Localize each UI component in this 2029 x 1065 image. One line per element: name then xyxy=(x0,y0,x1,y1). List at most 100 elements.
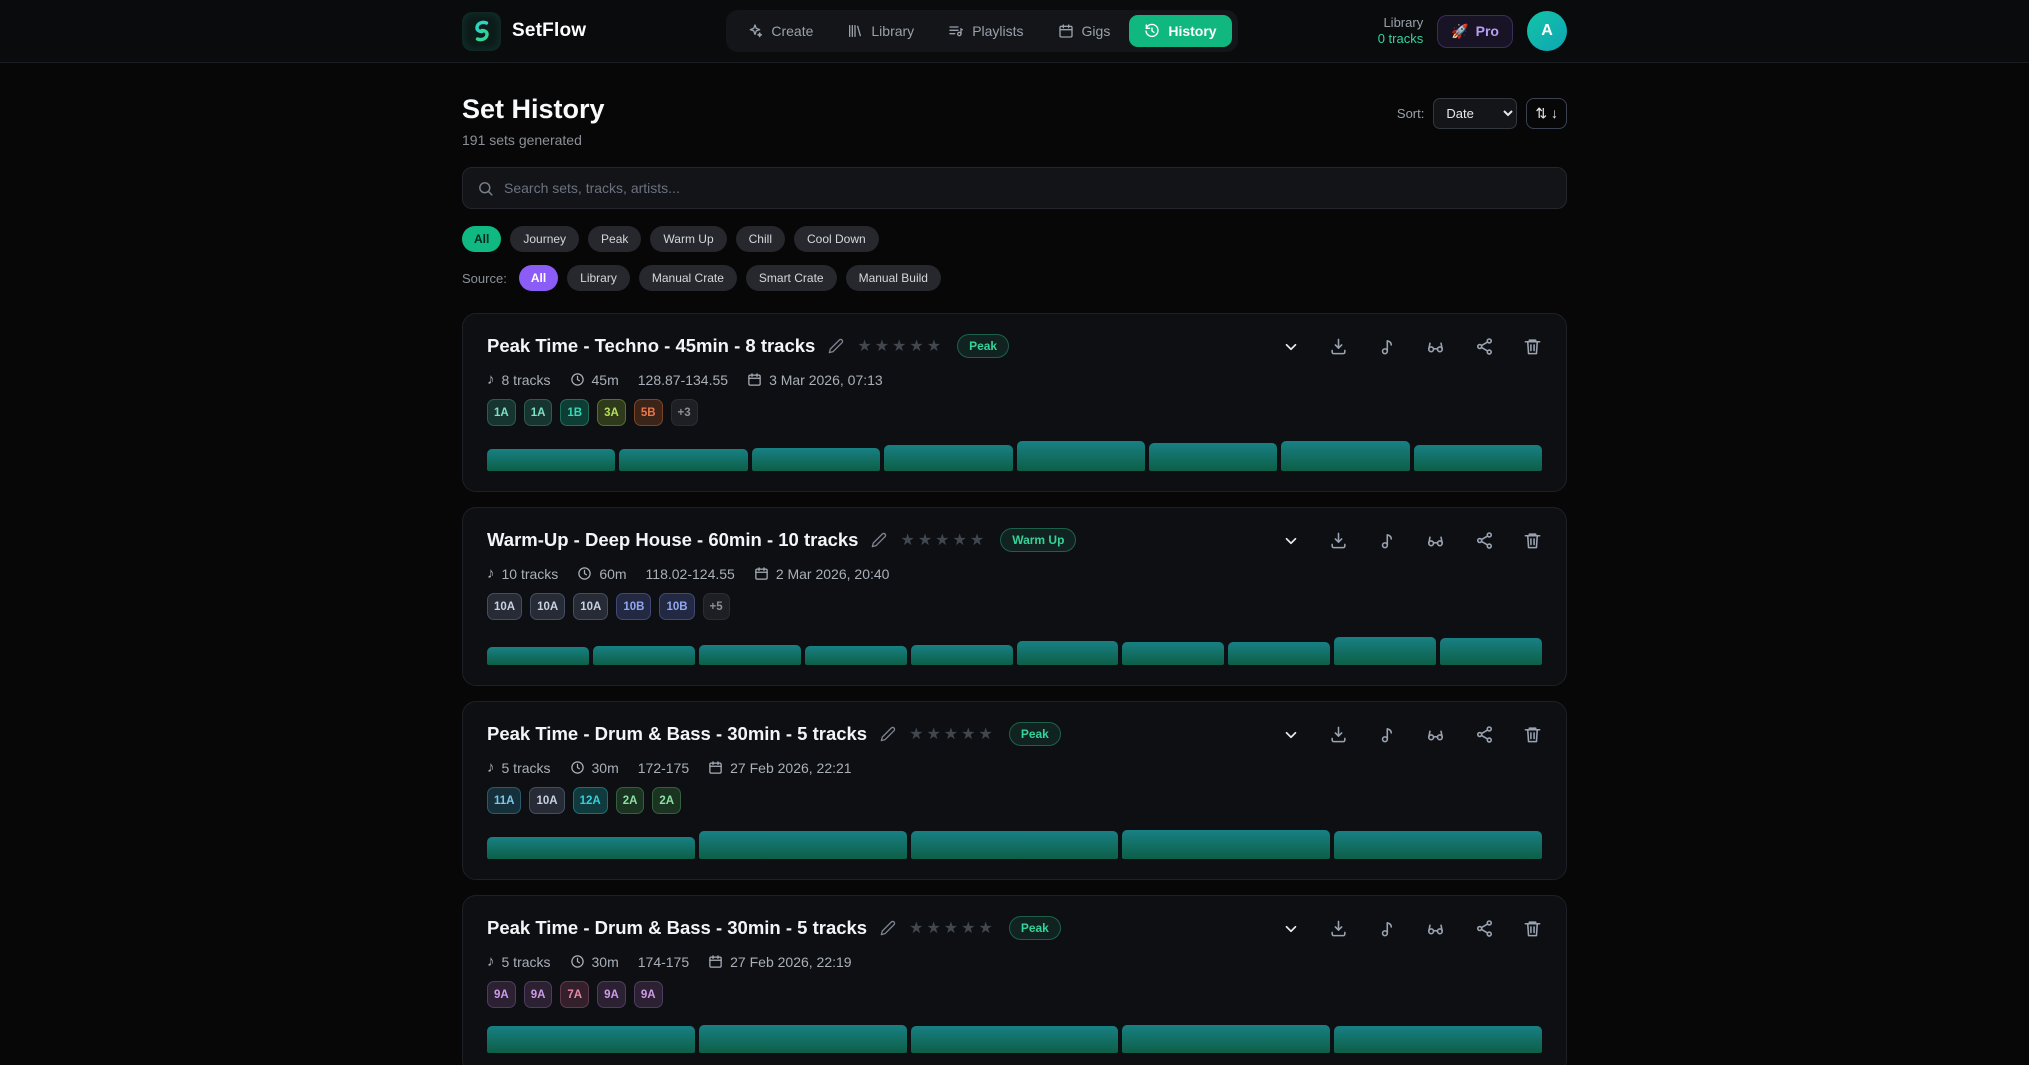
waveform-segment[interactable] xyxy=(884,445,1012,471)
pro-badge[interactable]: 🚀 Pro xyxy=(1437,15,1513,48)
nav-item-history[interactable]: History xyxy=(1129,15,1231,47)
nav-item-playlists[interactable]: Playlists xyxy=(933,15,1038,47)
delete-button[interactable] xyxy=(1523,531,1542,550)
waveform-segment[interactable] xyxy=(699,831,907,860)
key-badge: 1A xyxy=(487,399,516,426)
rating-stars[interactable]: ★★★★★ xyxy=(909,918,996,938)
source-chip-smart-crate[interactable]: Smart Crate xyxy=(746,265,837,291)
waveform-segment[interactable] xyxy=(619,449,747,471)
delete-button[interactable] xyxy=(1523,919,1542,938)
share-button[interactable] xyxy=(1475,337,1494,356)
share-button[interactable] xyxy=(1475,725,1494,744)
filter-chip-peak[interactable]: Peak xyxy=(588,226,641,252)
waveform-segment[interactable] xyxy=(487,837,695,859)
vibe-filter-row: All Journey Peak Warm Up Chill Cool Down xyxy=(462,226,1567,252)
share-button[interactable] xyxy=(1475,531,1494,550)
search-input[interactable] xyxy=(504,180,1552,196)
key-badge: 9A xyxy=(634,981,663,1008)
music-note-button[interactable] xyxy=(1377,531,1396,550)
nav-item-gigs[interactable]: Gigs xyxy=(1043,15,1126,47)
key-badge: 10B xyxy=(616,593,651,620)
waveform-segment[interactable] xyxy=(487,1026,695,1053)
library-track-count: 0 tracks xyxy=(1378,31,1424,47)
expand-chevron-button[interactable] xyxy=(1282,726,1300,744)
preview-glasses-button[interactable] xyxy=(1425,337,1446,356)
nav-item-library[interactable]: Library xyxy=(832,15,929,47)
edit-icon[interactable] xyxy=(828,338,844,354)
waveform-segment[interactable] xyxy=(1334,831,1542,860)
waveform-segment[interactable] xyxy=(593,646,695,665)
rating-stars[interactable]: ★★★★★ xyxy=(909,724,996,744)
source-chip-manual-build[interactable]: Manual Build xyxy=(846,265,941,291)
calendar-icon xyxy=(747,372,762,387)
waveform-segment[interactable] xyxy=(1122,830,1330,859)
key-badge: 2A xyxy=(652,787,681,814)
sort-direction-button[interactable]: ⇅ ↓ xyxy=(1526,98,1567,129)
filter-chip-warm-up[interactable]: Warm Up xyxy=(650,226,726,252)
filter-chip-cool-down[interactable]: Cool Down xyxy=(794,226,879,252)
music-note-button[interactable] xyxy=(1377,725,1396,744)
waveform-segment[interactable] xyxy=(1228,642,1330,665)
search-bar[interactable] xyxy=(462,167,1567,209)
search-icon xyxy=(477,180,494,197)
preview-glasses-button[interactable] xyxy=(1425,725,1446,744)
source-chip-library[interactable]: Library xyxy=(567,265,630,291)
waveform-segment[interactable] xyxy=(1122,1025,1330,1053)
preview-glasses-button[interactable] xyxy=(1425,531,1446,550)
waveform-segment[interactable] xyxy=(805,646,907,665)
source-chip-manual-crate[interactable]: Manual Crate xyxy=(639,265,737,291)
waveform-segment[interactable] xyxy=(487,647,589,665)
nav-item-create[interactable]: Create xyxy=(732,15,828,47)
source-label: Source: xyxy=(462,271,507,286)
set-date: 3 Mar 2026, 07:13 xyxy=(747,372,883,388)
music-note-button[interactable] xyxy=(1377,919,1396,938)
delete-button[interactable] xyxy=(1523,337,1542,356)
expand-chevron-button[interactable] xyxy=(1282,532,1300,550)
avatar[interactable]: A xyxy=(1527,11,1567,51)
source-chip-all[interactable]: All xyxy=(519,265,558,291)
library-stats: Library 0 tracks xyxy=(1378,15,1424,48)
key-badge: 1B xyxy=(560,399,589,426)
setflow-logo-icon xyxy=(462,12,501,51)
waveform-segment[interactable] xyxy=(911,645,1013,665)
edit-icon[interactable] xyxy=(871,532,887,548)
edit-icon[interactable] xyxy=(880,920,896,936)
key-badge: 12A xyxy=(573,787,608,814)
filter-chip-journey[interactable]: Journey xyxy=(510,226,579,252)
waveform-segment[interactable] xyxy=(911,831,1119,859)
download-button[interactable] xyxy=(1329,337,1348,356)
filter-chip-all[interactable]: All xyxy=(462,226,501,252)
sort-select[interactable]: Date xyxy=(1433,98,1517,129)
waveform-segment[interactable] xyxy=(699,645,801,665)
waveform-segment[interactable] xyxy=(1440,638,1542,665)
download-button[interactable] xyxy=(1329,919,1348,938)
waveform-segment[interactable] xyxy=(1281,441,1409,471)
share-button[interactable] xyxy=(1475,919,1494,938)
waveform-segment[interactable] xyxy=(911,1026,1119,1053)
waveform-segment[interactable] xyxy=(1017,641,1119,665)
set-waveform xyxy=(487,829,1542,859)
top-navigation: SetFlow Create Library Playlists Gigs Hi… xyxy=(0,0,2029,63)
expand-chevron-button[interactable] xyxy=(1282,338,1300,356)
waveform-segment[interactable] xyxy=(1414,445,1542,471)
waveform-segment[interactable] xyxy=(487,449,615,471)
music-note-icon: ♪ xyxy=(487,565,495,582)
filter-chip-chill[interactable]: Chill xyxy=(736,226,785,252)
rating-stars[interactable]: ★★★★★ xyxy=(900,530,987,550)
brand[interactable]: SetFlow xyxy=(462,12,586,51)
preview-glasses-button[interactable] xyxy=(1425,919,1446,938)
waveform-segment[interactable] xyxy=(752,448,880,471)
download-button[interactable] xyxy=(1329,531,1348,550)
expand-chevron-button[interactable] xyxy=(1282,920,1300,938)
delete-button[interactable] xyxy=(1523,725,1542,744)
download-button[interactable] xyxy=(1329,725,1348,744)
music-note-button[interactable] xyxy=(1377,337,1396,356)
waveform-segment[interactable] xyxy=(1149,443,1277,472)
waveform-segment[interactable] xyxy=(1334,1026,1542,1053)
rating-stars[interactable]: ★★★★★ xyxy=(857,336,944,356)
waveform-segment[interactable] xyxy=(1017,441,1145,471)
edit-icon[interactable] xyxy=(880,726,896,742)
waveform-segment[interactable] xyxy=(1122,642,1224,665)
waveform-segment[interactable] xyxy=(699,1025,907,1053)
waveform-segment[interactable] xyxy=(1334,637,1436,666)
